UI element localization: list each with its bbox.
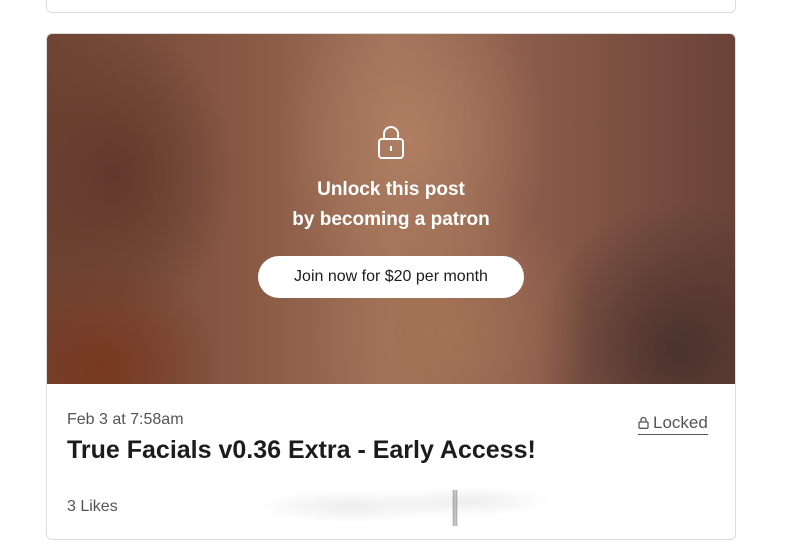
join-now-button[interactable]: Join now for $20 per month — [258, 256, 524, 298]
small-lock-icon — [638, 416, 649, 429]
locked-post-preview: Unlock this post by becoming a patron Jo… — [47, 34, 735, 384]
locked-label: Locked — [653, 413, 708, 432]
blurred-mark — [452, 490, 458, 526]
blurred-action-area — [237, 479, 567, 529]
unlock-heading: Unlock this post — [317, 179, 465, 200]
post-date: Feb 3 at 7:58am — [67, 411, 184, 428]
post-card: Unlock this post by becoming a patron Jo… — [46, 33, 736, 540]
likes-count[interactable]: 3 Likes — [67, 498, 118, 516]
lock-icon — [378, 126, 404, 159]
unlock-subheading: by becoming a patron — [292, 209, 490, 230]
locked-badge[interactable]: Locked — [638, 413, 708, 435]
post-title[interactable]: True Facials v0.36 Extra - Early Access! — [67, 436, 536, 465]
previous-post-card — [46, 0, 736, 13]
